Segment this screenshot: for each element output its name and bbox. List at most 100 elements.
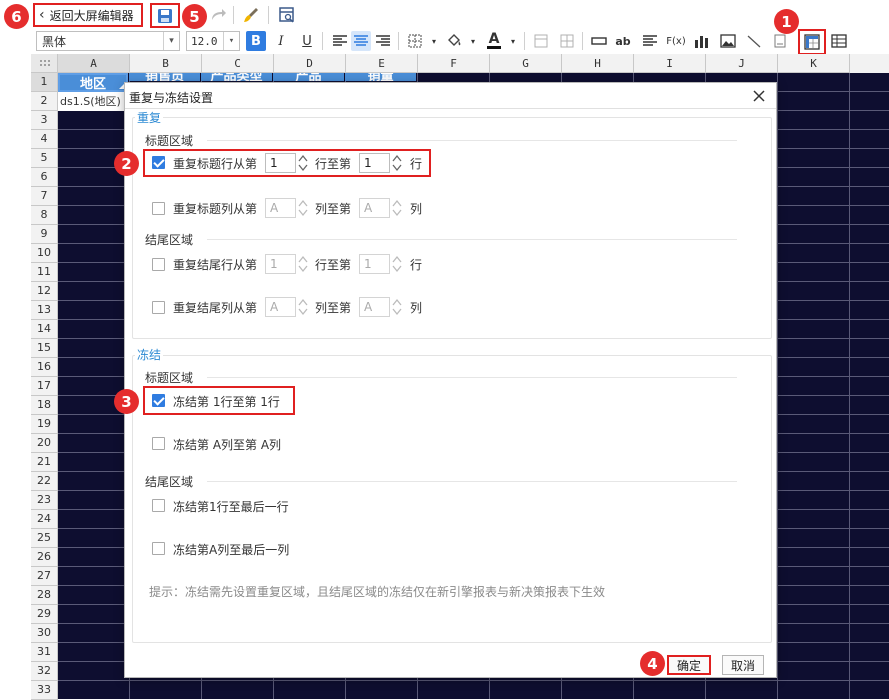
row-header-11[interactable]: 11 — [31, 263, 58, 282]
save-button[interactable] — [150, 3, 180, 28]
repeat-title-row-to-input[interactable]: 1 — [359, 153, 390, 173]
cancel-button[interactable]: 取消 — [722, 655, 764, 675]
column-settings-button[interactable] — [829, 31, 849, 51]
row-header-26[interactable]: 26 — [31, 548, 58, 567]
cell-element-button[interactable] — [770, 31, 790, 51]
column-header-c[interactable]: C — [202, 54, 274, 73]
close-button[interactable] — [748, 85, 770, 107]
row-header-4[interactable]: 4 — [31, 130, 58, 149]
row-header-32[interactable]: 32 — [31, 662, 58, 681]
row-header-3[interactable]: 3 — [31, 111, 58, 130]
repeat-title-row-from-input[interactable]: 1 — [265, 153, 296, 173]
chart-button[interactable] — [692, 31, 712, 51]
row-header-15[interactable]: 15 — [31, 339, 58, 358]
column-header-e[interactable]: E — [346, 54, 418, 73]
spinner-arrows[interactable] — [391, 153, 403, 173]
freeze-title-col-checkbox[interactable] — [152, 437, 165, 450]
spinner-arrows[interactable] — [297, 254, 309, 274]
row-header-9[interactable]: 9 — [31, 225, 58, 244]
repeat-footer-col-to-input[interactable]: A — [359, 297, 390, 317]
repeat-footer-row-from-input[interactable]: 1 — [265, 254, 296, 274]
column-header-g[interactable]: G — [490, 54, 562, 73]
row-header-28[interactable]: 28 — [31, 586, 58, 605]
spinner-arrows[interactable] — [391, 198, 403, 218]
row-header-22[interactable]: 22 — [31, 472, 58, 491]
spinner-arrows[interactable] — [391, 254, 403, 274]
cell-a1[interactable]: 地区 — [58, 73, 128, 92]
border-button[interactable] — [405, 31, 425, 51]
underline-button[interactable]: U — [297, 31, 317, 51]
align-right-button[interactable] — [373, 31, 393, 51]
column-header-b[interactable]: B — [130, 54, 202, 73]
column-header-h[interactable]: H — [562, 54, 634, 73]
row-header-24[interactable]: 24 — [31, 510, 58, 529]
spinner-arrows[interactable] — [391, 297, 403, 317]
freeze-title-row-checkbox[interactable] — [152, 394, 165, 407]
sheet-corner[interactable] — [31, 54, 58, 73]
row-header-16[interactable]: 16 — [31, 358, 58, 377]
repeat-footer-col-from-input[interactable]: A — [265, 297, 296, 317]
row-header-5[interactable]: 5 — [31, 149, 58, 168]
repeat-title-col-from-input[interactable]: A — [265, 198, 296, 218]
row-header-23[interactable]: 23 — [31, 491, 58, 510]
cell-c1[interactable]: 产品类型 — [201, 73, 272, 81]
row-header-14[interactable]: 14 — [31, 320, 58, 339]
row-header-20[interactable]: 20 — [31, 434, 58, 453]
repeat-footer-col-checkbox[interactable] — [152, 301, 165, 314]
spinner-arrows[interactable] — [297, 297, 309, 317]
column-header-f[interactable]: F — [418, 54, 490, 73]
chevron-down-icon[interactable]: ▾ — [424, 31, 444, 51]
row-header-30[interactable]: 30 — [31, 624, 58, 643]
align-left-button[interactable] — [330, 31, 350, 51]
column-header-i[interactable]: I — [634, 54, 706, 73]
slash-button[interactable] — [744, 31, 764, 51]
row-header-33[interactable]: 33 — [31, 681, 58, 700]
row-header-1[interactable]: 1 — [31, 73, 58, 92]
cell-d1[interactable]: 产品 — [273, 73, 344, 81]
font-size-select[interactable]: 12.0 ▾ — [186, 31, 240, 51]
row-header-7[interactable]: 7 — [31, 187, 58, 206]
chevron-down-icon[interactable]: ▾ — [503, 31, 523, 51]
merge-cells-button[interactable] — [531, 31, 551, 51]
row-header-17[interactable]: 17 — [31, 377, 58, 396]
spinner-arrows[interactable] — [297, 153, 309, 173]
fill-color-button[interactable] — [444, 31, 464, 51]
cell-e1[interactable]: 销量 — [345, 73, 416, 81]
row-header-29[interactable]: 29 — [31, 605, 58, 624]
font-family-select[interactable]: 黑体 ▾ — [36, 31, 180, 51]
row-header-12[interactable]: 12 — [31, 282, 58, 301]
column-header-a[interactable]: A — [58, 54, 130, 73]
repeat-footer-row-checkbox[interactable] — [152, 258, 165, 271]
row-header-2[interactable]: 2 — [31, 92, 58, 111]
row-header-8[interactable]: 8 — [31, 206, 58, 225]
freeze-footer-row-checkbox[interactable] — [152, 499, 165, 512]
preview-button[interactable] — [276, 4, 298, 26]
row-header-31[interactable]: 31 — [31, 643, 58, 662]
italic-button[interactable]: I — [271, 31, 291, 51]
column-header-k[interactable]: K — [778, 54, 850, 73]
chevron-down-icon[interactable]: ▾ — [463, 31, 483, 51]
formula-button[interactable]: F(x) — [664, 31, 688, 51]
repeat-title-row-checkbox[interactable] — [152, 156, 165, 169]
image-button[interactable] — [718, 31, 738, 51]
row-header-13[interactable]: 13 — [31, 301, 58, 320]
row-header-6[interactable]: 6 — [31, 168, 58, 187]
text-field-button[interactable] — [589, 31, 609, 51]
repeat-footer-row-to-input[interactable]: 1 — [359, 254, 390, 274]
cell-a2[interactable]: ds1.S(地区) — [58, 92, 128, 111]
text-button[interactable]: ab — [613, 31, 633, 51]
row-header-18[interactable]: 18 — [31, 396, 58, 415]
row-header-10[interactable]: 10 — [31, 244, 58, 263]
split-cells-button[interactable] — [557, 31, 577, 51]
repeat-title-col-checkbox[interactable] — [152, 202, 165, 215]
row-header-25[interactable]: 25 — [31, 529, 58, 548]
spinner-arrows[interactable] — [297, 198, 309, 218]
ok-button[interactable]: 确定 — [667, 655, 711, 675]
repeat-freeze-settings-button[interactable] — [798, 29, 826, 55]
align-center-button[interactable] — [351, 31, 371, 51]
repeat-title-col-to-input[interactable]: A — [359, 198, 390, 218]
font-color-button[interactable]: A — [484, 31, 504, 51]
column-header-d[interactable]: D — [274, 54, 346, 73]
freeze-footer-col-checkbox[interactable] — [152, 542, 165, 555]
row-header-21[interactable]: 21 — [31, 453, 58, 472]
